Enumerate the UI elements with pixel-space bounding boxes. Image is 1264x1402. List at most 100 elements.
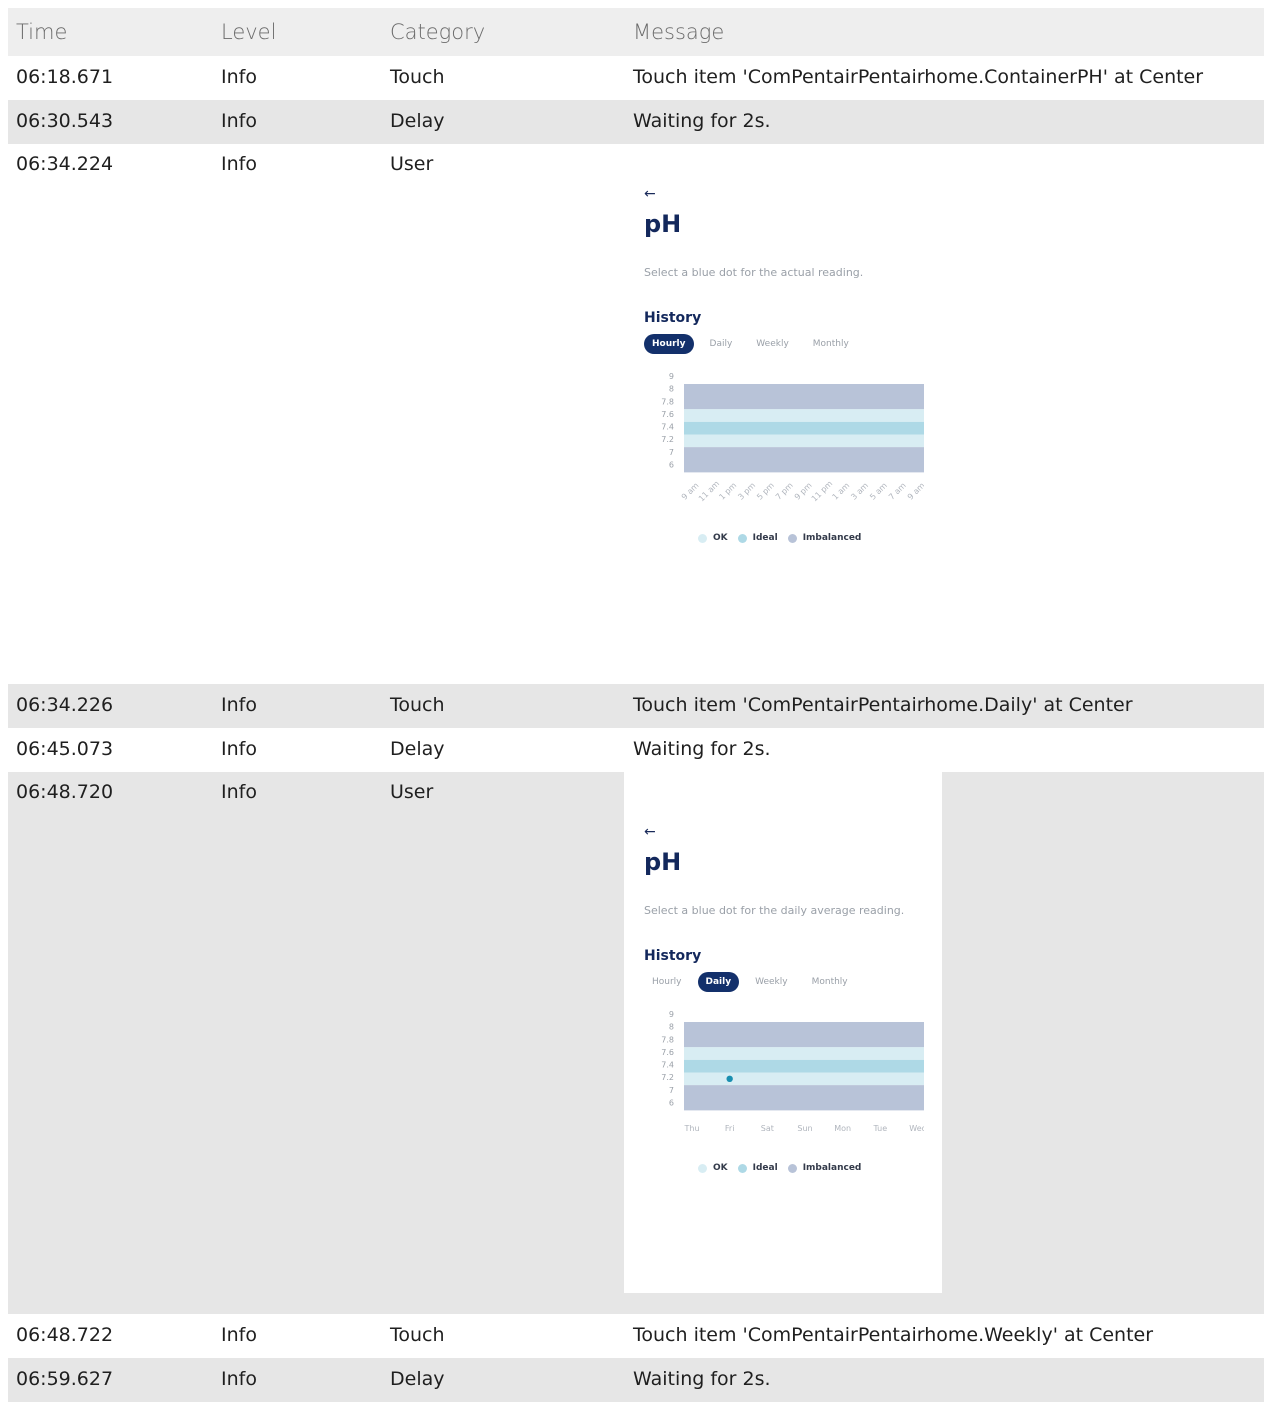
x-tick-label: 11 am [697,479,721,503]
tab-hourly[interactable]: Hourly [644,334,694,354]
legend-imbalanced-label: Imbalanced [802,1163,862,1173]
time-cell: 06:48.722 [16,1324,114,1346]
category-cell: Delay [390,738,445,760]
x-tick-label: Mon [834,1124,851,1133]
legend-imbalanced-swatch [787,1163,797,1173]
back-arrow-icon[interactable]: ← [644,186,656,202]
screenshot-hourly: ← pH Select a blue dot for the actual re… [624,174,942,594]
legend-ok-label: OK [713,533,728,543]
y-tick-label: 8 [669,1023,674,1032]
message-cell: Waiting for 2s. [633,1368,771,1390]
y-tick-label: 7.6 [661,1048,674,1057]
level-cell: Info [221,153,257,175]
level-cell: Info [221,1368,257,1390]
x-tick-label: Wed [909,1124,924,1133]
x-tick-label: 3 pm [736,481,757,502]
x-tick-label: 7 am [887,481,908,502]
time-cell: 06:45.073 [16,738,114,760]
y-tick-label: 7.8 [661,1035,674,1044]
header-message[interactable]: Message [633,8,724,44]
band-ok [684,434,924,448]
time-cell: 06:59.627 [16,1368,114,1390]
x-tick-label: 5 am [868,481,889,502]
x-tick-label: 5 pm [755,481,776,502]
tab-weekly[interactable]: Weekly [748,334,796,354]
band-ok [684,409,924,422]
y-tick-label: 9 [669,1010,674,1019]
legend-imbalanced: Imbalanced [787,1163,862,1173]
table-row[interactable]: 06:59.627 Info Delay Waiting for 2s. [8,1358,1264,1402]
time-cell: 06:34.226 [16,694,114,716]
y-tick-label: 7.4 [661,423,674,432]
y-tick-label: 7 [669,1086,674,1095]
y-tick-label: 6 [669,460,674,469]
legend-ideal-swatch [737,1163,747,1173]
x-tick-label: 1 pm [717,481,738,502]
legend-ideal-label: Ideal [752,533,778,543]
message-cell: Waiting for 2s. [633,738,771,760]
back-arrow-icon[interactable]: ← [644,824,656,840]
tab-daily[interactable]: Daily [697,972,740,992]
table-header: Time Level Category Message [8,8,1264,56]
legend-imbalanced-label: Imbalanced [802,533,862,543]
table-row[interactable]: 06:34.226 Info Touch Touch item 'ComPent… [8,684,1264,728]
x-tick-label: Tue [872,1124,887,1133]
level-cell: Info [221,694,257,716]
y-tick-label: 6 [669,1098,674,1107]
x-tick-label: 1 am [831,481,852,502]
band-imbalanced [684,384,924,410]
band-imbalanced [684,1085,924,1111]
chart-legend: OK Ideal Imbalanced [698,1163,871,1173]
category-cell: Touch [390,66,445,88]
category-cell: Delay [390,110,445,132]
x-tick-label: 7 pm [774,481,795,502]
history-heading: History [644,948,702,964]
history-tabs: Hourly Daily Weekly Monthly [644,334,865,354]
time-cell: 06:48.720 [16,781,114,803]
x-tick-label: Thu [683,1124,699,1133]
table-row[interactable]: 06:30.543 Info Delay Waiting for 2s. [8,100,1264,144]
header-level[interactable]: Level [221,8,276,44]
table-row[interactable]: 06:18.671 Info Touch Touch item 'ComPent… [8,56,1264,100]
message-cell: Touch item 'ComPentairPentairhome.Contai… [633,66,1204,88]
ph-chart-hourly: 9 8 7.8 7.6 7.4 7.2 7 6 9 am 11 am1 pm3 pm5 pm7 p… [661,372,924,504]
x-tick-label: 11 pm [810,479,835,504]
legend-ideal-label: Ideal [752,1163,778,1173]
legend-ideal-swatch [737,533,747,543]
header-time[interactable]: Time [16,8,67,44]
band-ideal [684,1059,924,1073]
y-tick-label: 7.2 [661,1073,674,1082]
legend-ok-swatch [698,1163,707,1173]
header-category[interactable]: Category [390,8,485,44]
legend-ok-swatch [698,533,707,543]
screenshot-daily: ← pH Select a blue dot for the daily ave… [624,770,942,1293]
tab-monthly[interactable]: Monthly [805,334,857,354]
level-cell: Info [221,738,257,760]
category-cell: Touch [390,1324,445,1346]
y-tick-label: 7.2 [661,435,674,444]
tab-monthly[interactable]: Monthly [804,972,856,992]
band-imbalanced [684,1022,924,1048]
level-cell: Info [221,1324,257,1346]
tab-weekly[interactable]: Weekly [747,972,795,992]
x-tick-label: 3 am [849,481,870,502]
level-cell: Info [221,781,257,803]
tab-daily[interactable]: Daily [702,334,741,354]
category-cell: Touch [390,694,445,716]
page-subtitle: Select a blue dot for the daily average … [644,904,905,917]
legend-ok: OK [698,1163,728,1173]
legend-ok: OK [698,533,728,543]
legend-ideal: Ideal [737,1163,778,1173]
x-tick-label: Sun [797,1124,812,1133]
legend-imbalanced: Imbalanced [787,533,862,543]
history-tabs: Hourly Daily Weekly Monthly [644,972,864,992]
y-tick-label: 8 [669,385,674,394]
message-cell: Touch item 'ComPentairPentairhome.Weekly… [633,1324,1154,1346]
table-row[interactable]: 06:48.722 Info Touch Touch item 'ComPent… [8,1314,1264,1358]
table-row[interactable]: 06:45.073 Info Delay Waiting for 2s. [8,728,1264,772]
history-heading: History [644,310,702,326]
level-cell: Info [221,110,257,132]
x-tick-label: Fri [725,1124,735,1133]
band-ideal [684,421,924,435]
tab-hourly[interactable]: Hourly [644,972,690,992]
